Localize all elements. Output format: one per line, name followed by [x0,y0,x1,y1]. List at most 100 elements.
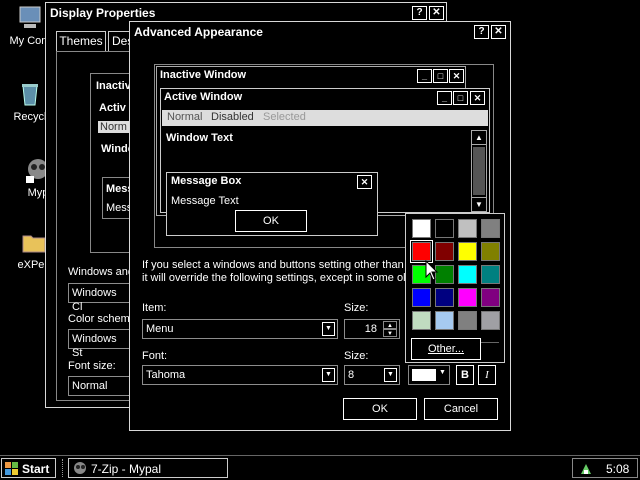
font-size-label: Size: [344,350,369,362]
my-computer-icon [19,6,41,28]
color-swatch[interactable] [458,311,477,330]
mypal-icon [74,462,86,474]
item-size-label: Size: [344,302,369,314]
spinner-up-icon[interactable]: ▲ [383,321,397,329]
item-label: Item: [142,302,167,314]
message-box-title: Message Box [171,175,242,187]
maximize-icon: □ [453,91,468,105]
clock[interactable]: 5:08 [606,462,629,476]
color-swatch[interactable] [481,288,500,307]
info-text-line1: If you select a windows and buttons sett… [142,259,404,271]
help-button[interactable]: ? [412,6,427,20]
windows-buttons-select[interactable]: Windows Cl [68,283,134,313]
font-color-swatch [412,369,436,381]
chevron-down-icon[interactable]: ▼ [322,322,335,336]
font-size-select[interactable]: Normal [68,376,134,396]
windows-buttons-label: Windows and [68,266,135,278]
close-icon: ✕ [357,175,372,189]
other-colors-button[interactable]: Other... [411,338,481,360]
taskbar: Start 7-Zip - Mypal 5:08 [0,455,640,480]
dialog-title: Advanced Appearance [134,25,263,39]
chevron-down-icon[interactable]: ▼ [384,368,397,382]
close-button[interactable]: ✕ [429,6,444,20]
desktop-icon-label: Recycl [13,111,47,123]
font-select[interactable]: Tahoma ▼ [142,365,338,385]
chevron-down-icon[interactable]: ▼ [322,368,335,382]
close-icon: ✕ [449,69,464,83]
color-swatch[interactable] [481,311,500,330]
close-button[interactable]: ✕ [491,25,506,39]
color-swatch[interactable] [435,242,454,261]
quick-launch-separator [62,459,64,477]
window-title: Display Properties [50,6,156,20]
font-label: Font: [142,350,168,362]
color-swatch[interactable] [458,288,477,307]
info-text-line2: it will override the following settings,… [142,272,412,284]
spinner-down-icon[interactable]: ▼ [383,329,397,337]
color-swatch[interactable] [412,311,431,330]
color-scheme-label: Color scheme [68,313,136,325]
taskbar-item-7zip[interactable]: 7-Zip - Mypal [68,458,228,478]
menu-disabled[interactable]: Disabled [211,111,254,123]
font-color-button[interactable]: ▼ [408,365,450,385]
active-window-title: Active Window [164,91,243,103]
tab-themes[interactable]: Themes [56,31,106,52]
color-swatch[interactable] [458,265,477,284]
italic-button[interactable]: I [478,365,496,385]
other-label: Other... [427,343,465,355]
taskbar-item-label: 7-Zip - Mypal [91,462,162,476]
color-swatch[interactable] [435,219,454,238]
preview-scrollbar[interactable]: ▲ ▼ [471,130,487,212]
preview-inactive-label: Inactiv [96,80,131,92]
menu-normal[interactable]: Normal [167,111,202,123]
message-box-ok-button[interactable]: OK [235,210,307,232]
color-swatch[interactable] [458,242,477,261]
preview-normal-label: Norm [98,121,129,133]
font-size-select[interactable]: 8 ▼ [344,365,400,385]
color-swatch[interactable] [481,265,500,284]
color-swatch[interactable] [458,219,477,238]
font-size-value: Normal [72,380,108,392]
network-icon[interactable] [579,462,593,476]
chevron-down-icon: ▼ [439,369,446,376]
font-size-label: Font size: [68,360,116,372]
minimize-icon: _ [417,69,432,83]
window-text: Window Text [166,132,233,144]
start-label: Start [22,462,50,476]
color-swatch[interactable] [481,242,500,261]
font-size-value: 8 [348,369,355,381]
color-swatch[interactable] [481,219,500,238]
mini-preview [90,73,134,253]
color-swatch[interactable] [410,240,433,263]
message-box-text: Message Text [171,195,239,207]
bold-button[interactable]: B [456,365,474,385]
help-button[interactable]: ? [474,25,489,39]
color-swatch[interactable] [435,288,454,307]
item-size-stepper[interactable]: 18 ▲ ▼ [344,319,400,339]
minimize-icon: _ [437,91,452,105]
color-swatch[interactable] [412,288,431,307]
mouse-cursor-icon [425,260,439,281]
color-swatch[interactable] [435,311,454,330]
preview-menu-bar: Normal Disabled Selected [162,110,488,126]
item-size-value: 18 [364,323,377,335]
ok-button[interactable]: OK [343,398,417,420]
preview-active-label: Activ [99,102,126,114]
item-select[interactable]: Menu ▼ [142,319,338,339]
folder-icon [22,235,46,253]
color-palette-popup: Other... [405,213,505,363]
font-value: Tahoma [146,369,186,381]
scroll-up-icon: ▲ [472,131,486,145]
windows-logo-icon [5,462,18,475]
close-icon: ✕ [470,91,485,105]
item-value: Menu [146,323,174,335]
start-button[interactable]: Start [1,458,56,478]
preview-message-box[interactable]: Message Box ✕ Message Text OK [166,172,378,236]
menu-selected[interactable]: Selected [263,111,306,123]
color-scheme-select[interactable]: Windows St [68,329,134,359]
scroll-down-icon: ▼ [472,197,486,211]
recycle-bin-icon [22,84,38,106]
scroll-thumb[interactable] [473,147,485,195]
cancel-button[interactable]: Cancel [424,398,498,420]
color-swatch[interactable] [412,219,431,238]
